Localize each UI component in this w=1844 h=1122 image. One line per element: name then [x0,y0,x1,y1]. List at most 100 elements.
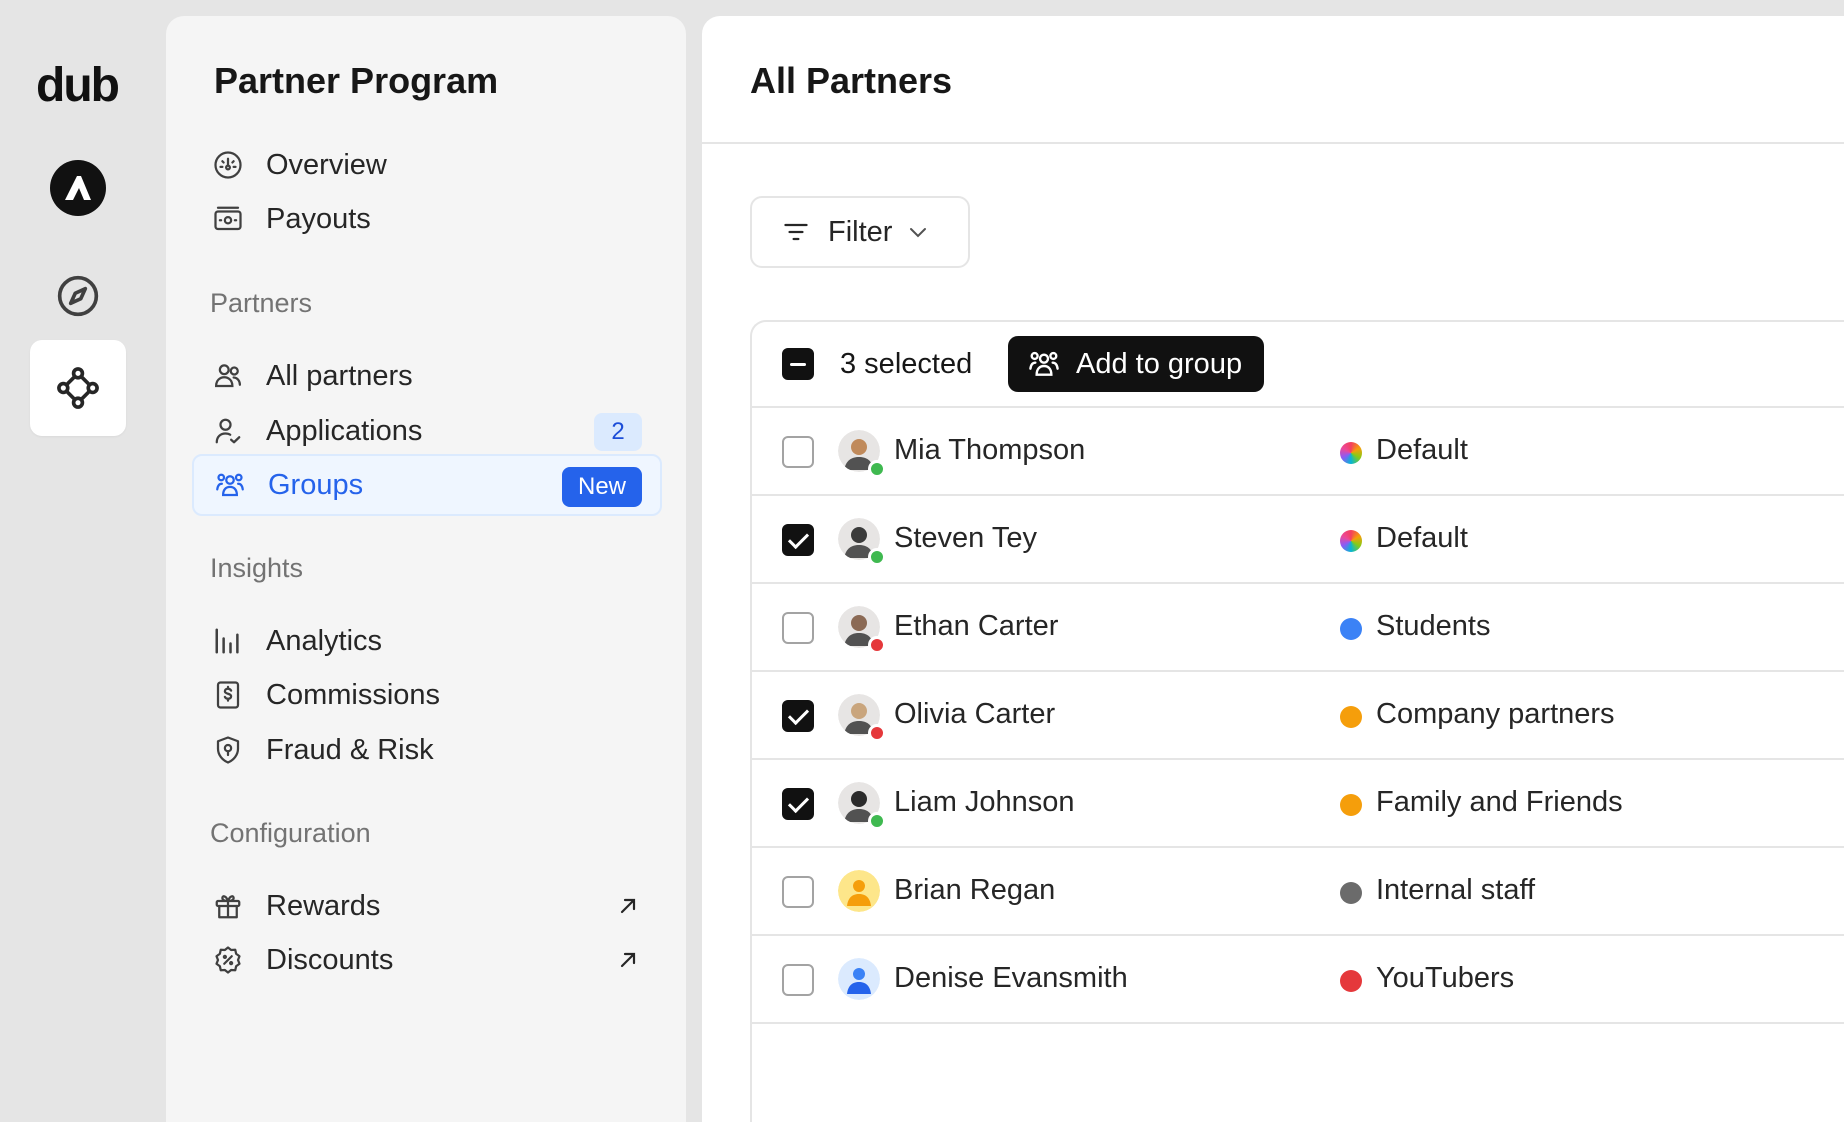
header-divider [702,142,1844,144]
table-row[interactable]: Steven Tey Default [752,496,1844,584]
filter-button[interactable]: Filter [750,196,970,268]
partner-name[interactable]: Steven Tey [894,522,1037,555]
partner-name[interactable]: Liam Johnson [894,786,1075,819]
user-check-icon [210,413,246,449]
avatar [838,694,886,742]
bar-chart-icon [210,623,246,659]
chevron-down-icon [910,228,927,238]
row-checkbox[interactable] [782,524,814,556]
group-color-dot [1340,794,1362,816]
sidebar-item-payouts[interactable]: Payouts [192,188,662,250]
avatar [838,606,886,654]
filter-label: Filter [828,215,893,248]
group-color-dot [1340,618,1362,640]
user-group-icon [1029,351,1059,376]
sidebar: Partner Program Overview Payouts Partner… [166,16,686,1122]
partner-name[interactable]: Mia Thompson [894,434,1085,467]
table-row[interactable]: Liam Johnson Family and Friends [752,760,1844,848]
sidebar-item-label: Applications [266,414,423,447]
row-checkbox[interactable] [782,964,814,996]
sidebar-item-label: Groups [268,468,364,501]
group-color-dot [1340,442,1362,464]
sidebar-item-fraud-risk[interactable]: Fraud & Risk [192,719,662,781]
filter-icon [784,223,808,241]
sidebar-item-label: Commissions [266,678,441,711]
partners-table: 3 selected Add to group Mia Thompson Defa… [750,320,1844,1122]
page-title: All Partners [750,60,953,101]
status-indicator [868,460,886,478]
discount-icon [210,942,246,978]
external-link-icon [616,893,640,926]
group-name: Company partners [1376,698,1615,730]
gift-icon [210,888,246,924]
avatar [838,518,886,566]
partner-name[interactable]: Brian Regan [894,874,1055,907]
partner-name[interactable]: Denise Evansmith [894,962,1128,995]
table-row[interactable]: Ethan Carter Students [752,584,1844,672]
sidebar-item-applications[interactable]: Applications 2 [192,400,662,462]
partner-name[interactable]: Ethan Carter [894,610,1058,643]
avatar [838,782,886,830]
group-name: Internal staff [1376,874,1536,906]
table-row[interactable]: Denise Evansmith YouTubers [752,936,1844,1024]
group-name: Default [1376,522,1468,554]
group-color-dot [1340,970,1362,992]
status-indicator [868,812,886,830]
add-to-group-button[interactable]: Add to group [1008,336,1265,392]
section-title-partners: Partners [210,288,313,318]
avatar [838,870,880,912]
group-name: Default [1376,434,1468,466]
sidebar-item-label: Payouts [266,202,371,235]
section-title-insights: Insights [210,553,304,583]
table-row[interactable]: Mia Thompson Default [752,408,1844,496]
main-panel: All Partners Filter 3 selected Add to gr… [702,16,1844,1122]
group-color-dot [1340,530,1362,552]
sidebar-item-discounts[interactable]: Discounts [192,929,662,991]
network-icon [57,367,99,409]
workspace-avatar[interactable] [30,140,126,236]
sidebar-item-analytics[interactable]: Analytics [192,610,662,672]
discover-button[interactable] [30,248,126,344]
sidebar-item-commissions[interactable]: Commissions [192,664,662,726]
row-checkbox[interactable] [782,700,814,732]
sidebar-item-groups[interactable]: Groups New [192,454,662,516]
row-checkbox[interactable] [782,612,814,644]
compass-icon [57,275,99,317]
partner-name[interactable]: Olivia Carter [894,698,1055,731]
table-selection-bar: 3 selected Add to group [752,322,1844,408]
sidebar-item-label: All partners [266,359,413,392]
gauge-icon [210,147,246,183]
group-name: YouTubers [1376,962,1515,994]
status-indicator [868,636,886,654]
sidebar-item-label: Discounts [266,943,394,976]
status-indicator [868,548,886,566]
table-row[interactable]: Olivia Carter Company partners [752,672,1844,760]
app-rail: dub [0,0,160,1122]
add-to-group-label: Add to group [1076,347,1243,380]
sidebar-item-overview[interactable]: Overview [192,134,662,196]
section-title-configuration: Configuration [210,818,371,848]
row-checkbox[interactable] [782,876,814,908]
sidebar-item-label: Overview [266,148,387,181]
sidebar-item-rewards[interactable]: Rewards [192,875,662,937]
group-color-dot [1340,706,1362,728]
workspace-logo-icon [50,160,106,216]
dub-logo[interactable]: dub [36,58,120,113]
partner-program-button[interactable] [30,340,126,436]
table-row[interactable]: Brian Regan Internal staff [752,848,1844,936]
external-link-icon [616,947,640,980]
new-badge: New [561,467,642,507]
sidebar-item-label: Analytics [266,624,383,657]
sidebar-item-all-partners[interactable]: All partners [192,345,662,407]
row-checkbox[interactable] [782,788,814,820]
avatar [838,430,886,478]
row-checkbox[interactable] [782,436,814,468]
shield-icon [210,732,246,768]
select-all-checkbox[interactable] [782,348,814,380]
avatar [838,958,880,1000]
group-name: Students [1376,610,1491,642]
user-group-icon [212,467,248,503]
sidebar-title: Partner Program [214,60,499,101]
money-icon [210,201,246,237]
group-color-dot [1340,882,1362,904]
